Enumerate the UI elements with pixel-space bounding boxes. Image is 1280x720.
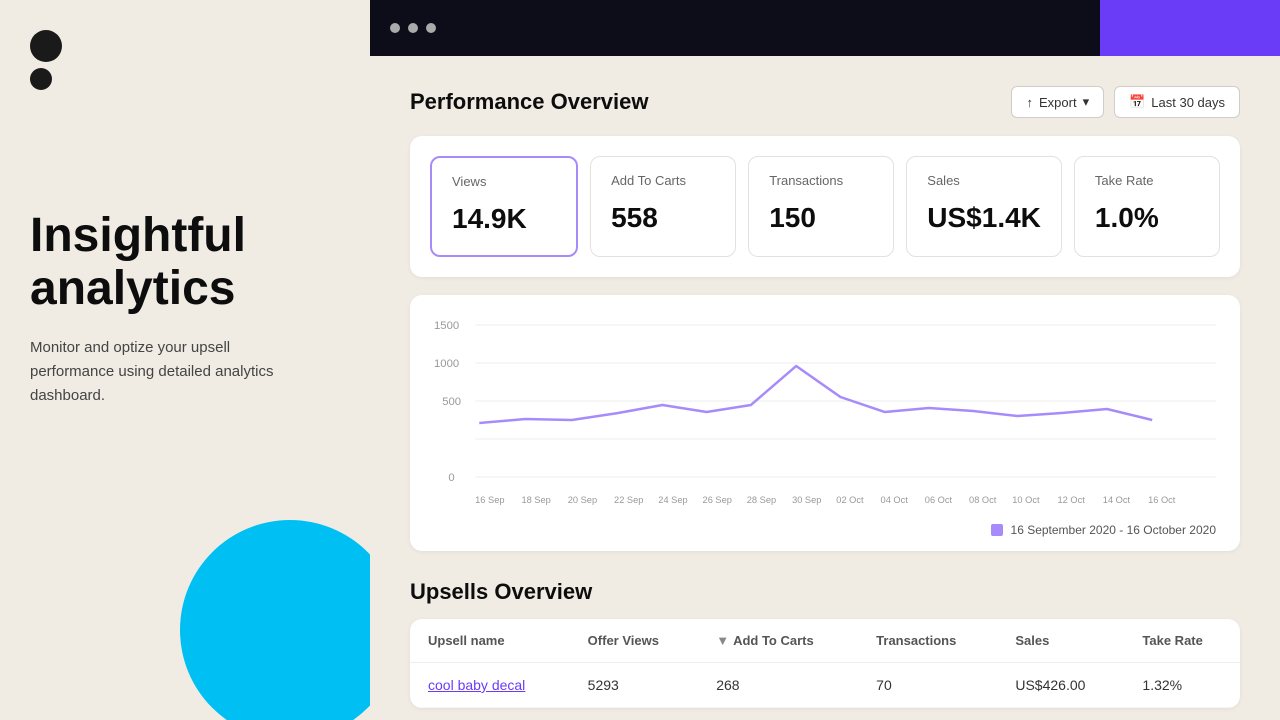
accent-bar	[1100, 0, 1280, 56]
logo	[30, 30, 340, 90]
stat-card-sales[interactable]: Sales US$1.4K	[906, 156, 1062, 257]
svg-text:16 Oct: 16 Oct	[1148, 495, 1176, 505]
svg-text:12 Oct: 12 Oct	[1058, 495, 1086, 505]
svg-text:10 Oct: 10 Oct	[1012, 495, 1040, 505]
export-label: Export	[1039, 95, 1077, 110]
stat-card-take-rate[interactable]: Take Rate 1.0%	[1074, 156, 1220, 257]
col-header-add-to-carts[interactable]: ▼Add To Carts	[698, 619, 858, 663]
sort-icon: ▼	[716, 633, 729, 648]
stat-card-transactions[interactable]: Transactions 150	[748, 156, 894, 257]
stat-label-views: Views	[452, 174, 556, 189]
svg-text:26 Sep: 26 Sep	[703, 495, 732, 505]
svg-text:30 Sep: 30 Sep	[792, 495, 821, 505]
stats-grid: Views 14.9K Add To Carts 558 Transaction…	[430, 156, 1220, 257]
svg-text:0: 0	[448, 472, 454, 484]
upsells-table: Upsell name Offer Views ▼Add To Carts Tr…	[410, 619, 1240, 708]
date-range-button[interactable]: 📅 Last 30 days	[1114, 86, 1240, 118]
topbar-dot-3	[426, 23, 436, 33]
svg-text:16 Sep: 16 Sep	[475, 495, 504, 505]
main-area: Performance Overview ↑ Export ▾ 📅 Last 3…	[370, 0, 1280, 720]
logo-dot-large	[30, 30, 62, 62]
svg-text:1500: 1500	[434, 320, 459, 332]
performance-overview-title: Performance Overview	[410, 89, 648, 115]
export-chevron-icon: ▾	[1083, 94, 1090, 110]
stat-label-add-to-carts: Add To Carts	[611, 173, 715, 188]
export-icon: ↑	[1026, 95, 1033, 110]
cell-add-to-carts: 268	[698, 663, 858, 708]
cell-sales: US$426.00	[997, 663, 1124, 708]
table-header-row: Upsell name Offer Views ▼Add To Carts Tr…	[410, 619, 1240, 663]
stat-label-take-rate: Take Rate	[1095, 173, 1199, 188]
col-header-transactions: Transactions	[858, 619, 997, 663]
legend-color-dot	[991, 524, 1003, 536]
svg-text:500: 500	[442, 396, 461, 408]
svg-text:1000: 1000	[434, 358, 459, 370]
logo-dot-small	[30, 68, 52, 90]
stat-value-views: 14.9K	[452, 203, 556, 235]
stat-card-views[interactable]: Views 14.9K	[430, 156, 578, 257]
chart-area: 1500 1000 500 0 16 Sep 18 Sep 20 Sep 22 …	[434, 315, 1216, 515]
chart-container: 1500 1000 500 0 16 Sep 18 Sep 20 Sep 22 …	[410, 295, 1240, 551]
cell-transactions: 70	[858, 663, 997, 708]
calendar-icon: 📅	[1129, 94, 1145, 110]
topbar-dot-1	[390, 23, 400, 33]
sidebar-circle-decoration	[180, 520, 370, 720]
stat-label-transactions: Transactions	[769, 173, 873, 188]
svg-text:04 Oct: 04 Oct	[881, 495, 909, 505]
svg-text:20 Sep: 20 Sep	[568, 495, 597, 505]
stat-card-add-to-carts[interactable]: Add To Carts 558	[590, 156, 736, 257]
stat-value-add-to-carts: 558	[611, 202, 715, 234]
performance-overview-header: Performance Overview ↑ Export ▾ 📅 Last 3…	[410, 86, 1240, 118]
svg-text:08 Oct: 08 Oct	[969, 495, 997, 505]
svg-text:14 Oct: 14 Oct	[1103, 495, 1131, 505]
col-header-upsell-name: Upsell name	[410, 619, 570, 663]
col-header-sales: Sales	[997, 619, 1124, 663]
export-button[interactable]: ↑ Export ▾	[1011, 86, 1104, 118]
topbar-dot-2	[408, 23, 418, 33]
stat-value-take-rate: 1.0%	[1095, 202, 1199, 234]
svg-text:18 Sep: 18 Sep	[521, 495, 550, 505]
cell-offer-views: 5293	[570, 663, 699, 708]
stat-label-sales: Sales	[927, 173, 1041, 188]
sidebar: Insightful analytics Monitor and optize …	[0, 0, 370, 720]
sidebar-description: Monitor and optize your upsell performan…	[30, 336, 310, 408]
col-header-take-rate: Take Rate	[1124, 619, 1240, 663]
upsells-table-container: Upsell name Offer Views ▼Add To Carts Tr…	[410, 619, 1240, 708]
upsell-name-link[interactable]: cool baby decal	[428, 677, 525, 693]
upsells-overview-title: Upsells Overview	[410, 579, 1240, 605]
date-range-label: Last 30 days	[1151, 95, 1225, 110]
cell-take-rate: 1.32%	[1124, 663, 1240, 708]
sidebar-title: Insightful analytics	[30, 210, 340, 316]
col-header-offer-views: Offer Views	[570, 619, 699, 663]
svg-text:28 Sep: 28 Sep	[747, 495, 776, 505]
svg-text:22 Sep: 22 Sep	[614, 495, 643, 505]
header-actions: ↑ Export ▾ 📅 Last 30 days	[1011, 86, 1240, 118]
table-row: cool baby decal 5293 268 70 US$426.00 1.…	[410, 663, 1240, 708]
chart-legend: 16 September 2020 - 16 October 2020	[434, 523, 1216, 537]
content-area: Performance Overview ↑ Export ▾ 📅 Last 3…	[370, 56, 1280, 720]
chart-legend-label: 16 September 2020 - 16 October 2020	[1011, 523, 1216, 537]
stat-value-sales: US$1.4K	[927, 202, 1041, 234]
svg-text:02 Oct: 02 Oct	[836, 495, 864, 505]
stats-container: Views 14.9K Add To Carts 558 Transaction…	[410, 136, 1240, 277]
svg-text:24 Sep: 24 Sep	[658, 495, 687, 505]
svg-text:06 Oct: 06 Oct	[925, 495, 953, 505]
cell-upsell-name: cool baby decal	[410, 663, 570, 708]
chart-svg: 1500 1000 500 0 16 Sep 18 Sep 20 Sep 22 …	[434, 315, 1216, 515]
stat-value-transactions: 150	[769, 202, 873, 234]
